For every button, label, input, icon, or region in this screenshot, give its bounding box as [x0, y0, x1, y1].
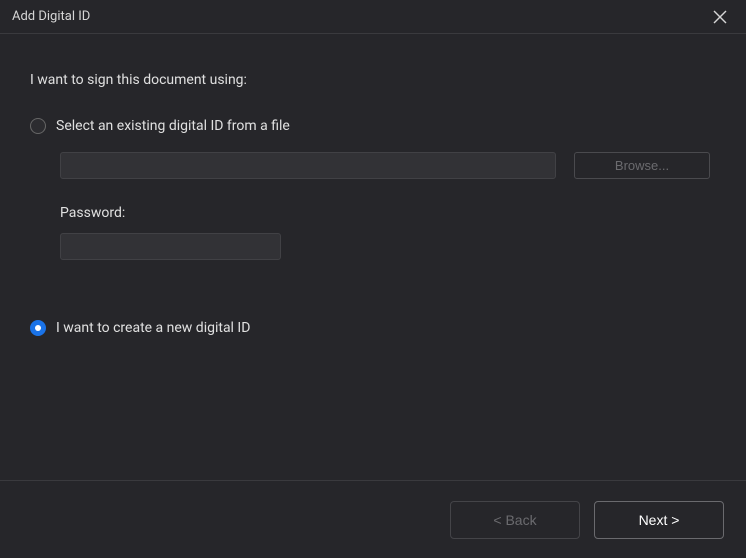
next-button[interactable]: Next > [594, 501, 724, 539]
back-button[interactable]: < Back [450, 501, 580, 539]
radio-existing[interactable] [30, 118, 46, 134]
prompt-text: I want to sign this document using: [30, 72, 716, 88]
dialog-body: I want to sign this document using: Sele… [0, 34, 746, 480]
footer: < Back Next > [0, 480, 746, 558]
file-row: Browse... [60, 152, 716, 179]
browse-button[interactable]: Browse... [574, 152, 710, 179]
window-title: Add Digital ID [12, 9, 90, 24]
radio-create[interactable] [30, 320, 46, 336]
password-label: Password: [60, 205, 716, 221]
option-create-label: I want to create a new digital ID [56, 320, 250, 336]
existing-section: Browse... Password: [30, 152, 716, 260]
option-create-row[interactable]: I want to create a new digital ID [30, 320, 716, 336]
option-existing-row[interactable]: Select an existing digital ID from a fil… [30, 118, 716, 134]
close-button[interactable] [708, 5, 732, 29]
option-existing-label: Select an existing digital ID from a fil… [56, 118, 290, 134]
password-input[interactable] [60, 233, 281, 260]
title-bar: Add Digital ID [0, 0, 746, 34]
close-icon [713, 10, 727, 24]
file-path-input[interactable] [60, 152, 556, 179]
